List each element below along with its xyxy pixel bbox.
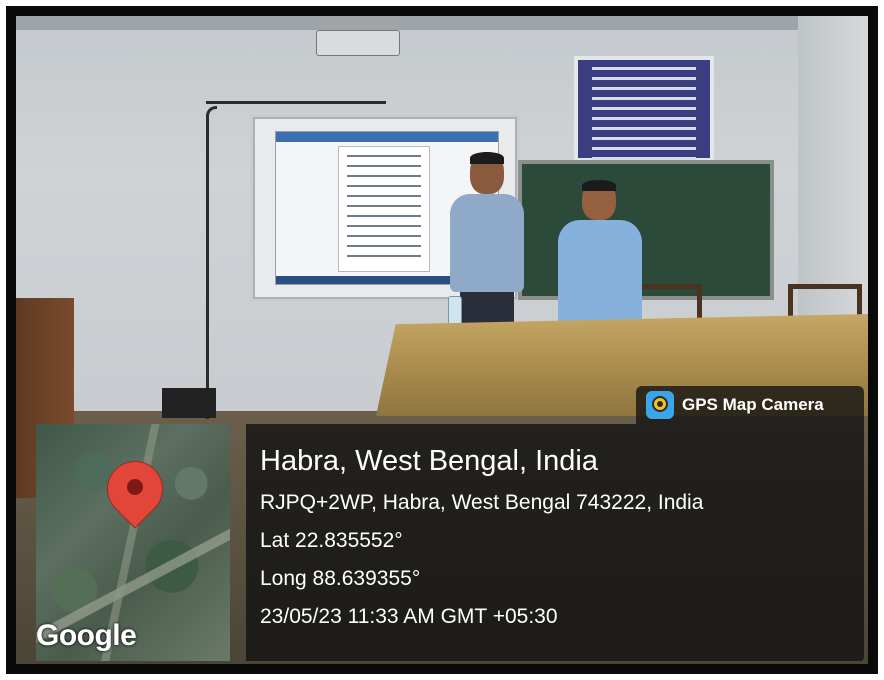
latitude: Lat 22.835552° — [260, 529, 403, 552]
map-thumbnail: Google — [36, 424, 230, 661]
address: RJPQ+2WP, Habra, West Bengal 743222, Ind… — [260, 491, 704, 514]
map-logo: Google — [36, 619, 137, 652]
cable — [206, 101, 386, 104]
longitude: Long 88.639355° — [260, 567, 421, 590]
timestamp: 23/05/23 11:33 AM GMT +05:30 — [260, 605, 558, 628]
wall-banner — [574, 56, 714, 162]
projector — [316, 30, 400, 56]
classroom-photo: GPS Map Camera Google Habra, West Bengal… — [16, 16, 868, 664]
cable-vertical — [206, 106, 217, 419]
badge-title: GPS Map Camera — [682, 395, 824, 414]
speaker-box — [162, 388, 216, 418]
photo-frame: GPS Map Camera Google Habra, West Bengal… — [6, 6, 878, 674]
place-name: Habra, West Bengal, India — [260, 445, 598, 477]
location-info-panel: Habra, West Bengal, India RJPQ+2WP, Habr… — [246, 424, 864, 661]
gps-map-camera-badge: GPS Map Camera — [636, 386, 864, 424]
gps-camera-icon — [646, 391, 674, 419]
projected-slide — [338, 146, 430, 272]
location-pin-icon — [96, 450, 174, 536]
ceiling — [16, 16, 868, 30]
